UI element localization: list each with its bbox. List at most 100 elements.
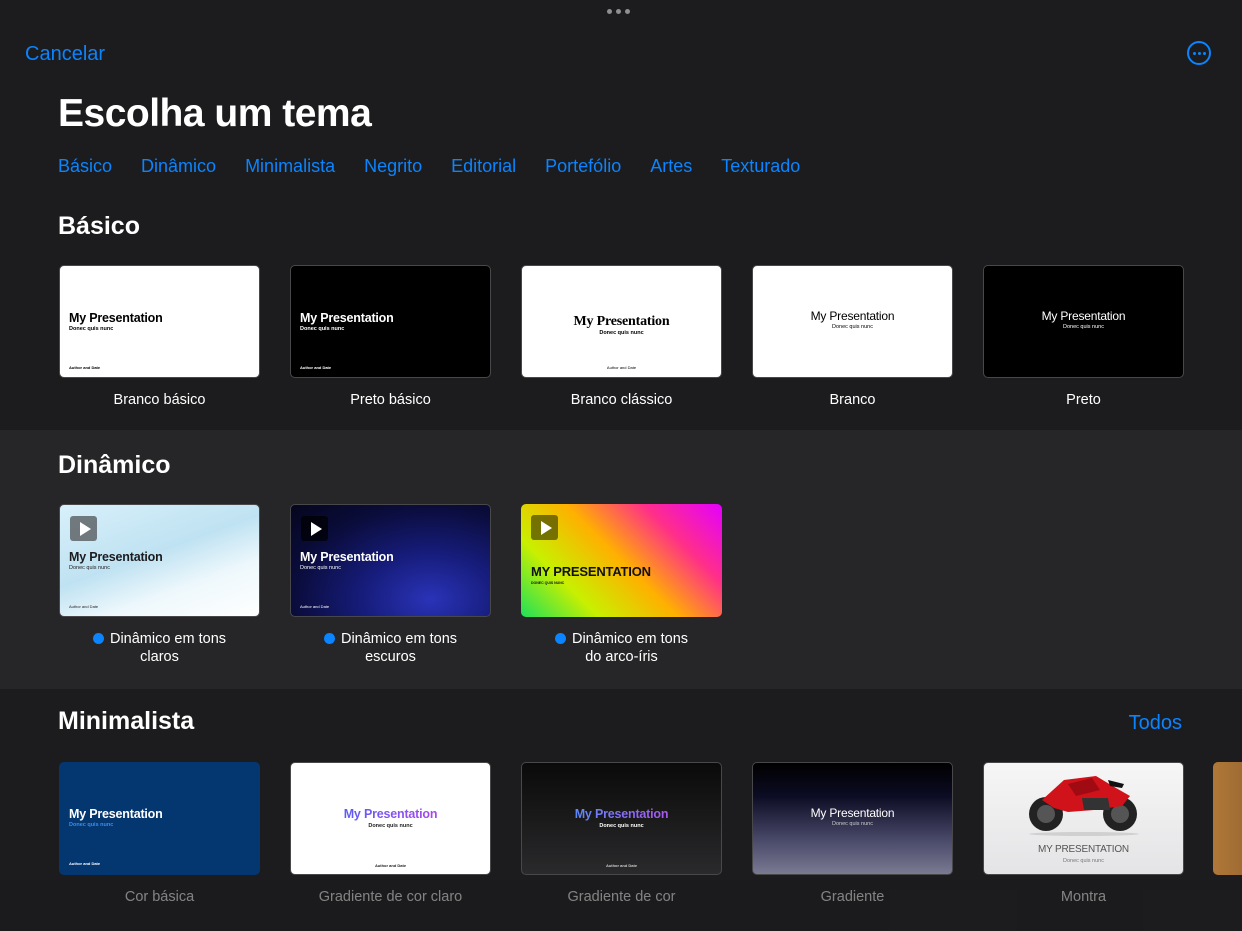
thumb-subtitle: Donec quis nunc — [300, 326, 345, 332]
theme-thumbnail: MY PRESENTATION DONEC QUIS NUNC — [521, 504, 722, 617]
thumb-subtitle: Donec quis nunc — [368, 823, 413, 829]
motorcycle-image — [1029, 776, 1139, 836]
category-editorial[interactable]: Editorial — [451, 156, 516, 177]
theme-name: Gradiente de cor claro — [318, 889, 463, 905]
thumb-title: MY PRESENTATION — [531, 564, 651, 579]
thumb-subtitle: Donec quis nunc — [1063, 858, 1104, 864]
thumb-title: My Presentation — [1041, 309, 1126, 323]
page-title: Escolha um tema — [58, 92, 372, 135]
theme-thumbnail: My Presentation Donec quis nunc Author a… — [521, 762, 722, 875]
theme-thumbnail: My Presentation Donec quis nunc Author a… — [59, 762, 260, 875]
thumb-subtitle: Donec quis nunc — [599, 330, 644, 336]
category-dinamico[interactable]: Dinâmico — [141, 156, 216, 177]
theme-thumbnail: MY PRESENTATION Donec quis nunc — [983, 762, 1184, 875]
theme-preto-basico[interactable]: My Presentation Donec quis nunc Author a… — [290, 265, 491, 409]
thumb-author: Author and Date — [374, 863, 407, 868]
theme-preto[interactable]: My Presentation Donec quis nunc Preto — [983, 265, 1184, 409]
thumb-title: My Presentation — [573, 314, 670, 329]
sheet-grabber[interactable] — [607, 9, 630, 14]
thumb-author: Author and Date — [605, 863, 638, 868]
theme-name: Dinâmico em tons do arco-íris — [521, 630, 722, 666]
theme-name: Dinâmico em tons escuros — [290, 630, 491, 666]
theme-thumbnail: My Presentation Donec quis nunc — [983, 265, 1184, 378]
section-minimal: Minimalista Todos My Presentation Donec … — [0, 689, 1242, 931]
theme-name: Branco clássico — [570, 392, 673, 408]
show-all-button[interactable]: Todos — [1129, 712, 1182, 735]
thumb-subtitle: Donec quis nunc — [832, 324, 873, 330]
theme-branco-basico[interactable]: My Presentation Donec quis nunc Author a… — [59, 265, 260, 409]
theme-thumbnail: My Presentation Donec quis nunc Author a… — [290, 265, 491, 378]
play-icon — [301, 516, 328, 541]
thumb-subtitle: Donec quis nunc — [1063, 324, 1104, 330]
theme-thumbnail: My Presentation Donec quis nunc Author a… — [59, 265, 260, 378]
thumb-title: My Presentation — [69, 550, 163, 564]
theme-name: Montra — [1060, 889, 1107, 905]
theme-cor-basica[interactable]: My Presentation Donec quis nunc Author a… — [59, 762, 260, 906]
theme-gradiente-cor-claro[interactable]: My Presentation Donec quis nunc Author a… — [290, 762, 491, 906]
theme-name: Dinâmico em tons claros — [59, 630, 260, 666]
theme-dinamico-arco-iris[interactable]: MY PRESENTATION DONEC QUIS NUNC Dinâmico… — [521, 504, 722, 666]
theme-name: Preto — [1066, 392, 1101, 408]
category-portefolio[interactable]: Portefólio — [545, 156, 621, 177]
theme-thumbnail: My Presentation Donec quis nunc Author a… — [59, 504, 260, 617]
theme-thumbnail: My Presentation Donec quis nunc Author a… — [521, 265, 722, 378]
thumb-author: Author and Date — [69, 861, 101, 866]
thumb-title: My Presentation — [300, 550, 394, 564]
theme-branco-classico[interactable]: My Presentation Donec quis nunc Author a… — [521, 265, 722, 409]
thumb-author: Author and Date — [300, 365, 332, 370]
thumb-title: My Presentation — [522, 807, 721, 821]
category-texturado[interactable]: Texturado — [721, 156, 800, 177]
theme-thumbnail: My Presentation Donec quis nunc — [752, 265, 953, 378]
play-icon — [70, 516, 97, 541]
theme-dinamico-escuros[interactable]: My Presentation Donec quis nunc Author a… — [290, 504, 491, 666]
theme-name: Gradiente — [820, 889, 885, 905]
theme-dinamico-claros[interactable]: My Presentation Donec quis nunc Author a… — [59, 504, 260, 666]
new-badge-dot — [554, 633, 566, 644]
theme-montra[interactable]: MY PRESENTATION Donec quis nunc Montra — [983, 762, 1184, 906]
thumb-subtitle: Donec quis nunc — [69, 565, 110, 571]
category-bar: Básico Dinâmico Minimalista Negrito Edit… — [58, 156, 800, 177]
thumb-subtitle: DONEC QUIS NUNC — [531, 581, 565, 585]
thumb-title: My Presentation — [291, 807, 490, 821]
thumb-title: My Presentation — [810, 806, 895, 820]
theme-thumbnail: My Presentation Donec quis nunc Author a… — [290, 504, 491, 617]
thumb-title: My Presentation — [69, 311, 163, 325]
section-dynamic: Dinâmico My Presentation Donec quis nunc… — [0, 430, 1242, 689]
thumb-title: My Presentation — [69, 807, 163, 821]
theme-gradiente[interactable]: My Presentation Donec quis nunc Gradient… — [752, 762, 953, 906]
theme-name: Preto básico — [350, 392, 431, 408]
thumb-author: Author and Date — [69, 604, 99, 609]
category-minimalista[interactable]: Minimalista — [245, 156, 335, 177]
section-title: Minimalista — [58, 707, 195, 735]
section-title: Básico — [58, 212, 140, 240]
thumb-subtitle: Donec quis nunc — [69, 326, 114, 332]
thumb-author: Author and Date — [606, 365, 637, 370]
category-negrito[interactable]: Negrito — [364, 156, 422, 177]
thumb-title: MY PRESENTATION — [1038, 844, 1129, 855]
category-artes[interactable]: Artes — [650, 156, 692, 177]
theme-thumbnail — [1213, 762, 1242, 875]
theme-partial-next[interactable] — [1213, 762, 1242, 875]
theme-thumbnail: My Presentation Donec quis nunc Author a… — [290, 762, 491, 875]
thumb-subtitle: Donec quis nunc — [599, 823, 644, 829]
ellipsis-circle-icon[interactable] — [1187, 41, 1211, 65]
thumb-author: Author and Date — [69, 365, 101, 370]
theme-name: Branco básico — [113, 392, 206, 408]
thumb-subtitle: Donec quis nunc — [69, 822, 114, 828]
thumb-subtitle: Donec quis nunc — [300, 565, 341, 571]
new-badge-dot — [323, 633, 335, 644]
theme-name: Branco — [829, 392, 876, 408]
thumb-title: My Presentation — [300, 311, 394, 325]
cancel-button[interactable]: Cancelar — [25, 43, 105, 66]
theme-name: Cor básica — [124, 889, 195, 905]
theme-gradiente-cor[interactable]: My Presentation Donec quis nunc Author a… — [521, 762, 722, 906]
play-icon — [531, 515, 558, 540]
theme-thumbnail: My Presentation Donec quis nunc — [752, 762, 953, 875]
category-basico[interactable]: Básico — [58, 156, 112, 177]
new-badge-dot — [92, 633, 104, 644]
thumb-title: My Presentation — [810, 309, 895, 323]
thumb-author: Author and Date — [300, 604, 330, 609]
theme-branco[interactable]: My Presentation Donec quis nunc Branco — [752, 265, 953, 409]
section-basic: Básico My Presentation Donec quis nunc A… — [0, 200, 1242, 430]
section-title: Dinâmico — [58, 451, 171, 479]
